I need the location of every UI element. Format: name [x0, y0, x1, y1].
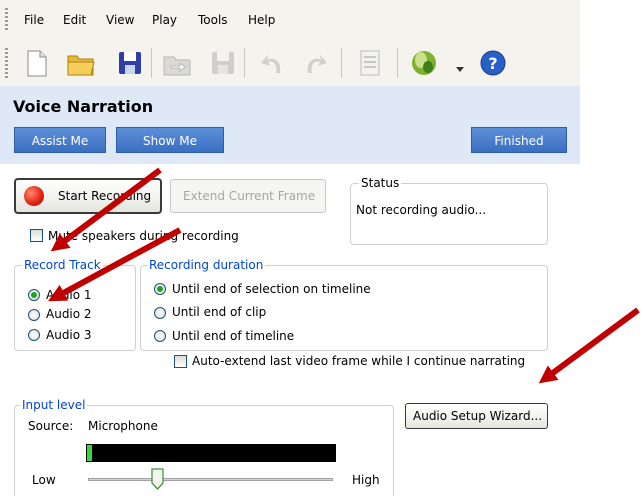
- input-level-legend: Input level: [20, 398, 88, 412]
- finished-button[interactable]: Finished: [471, 127, 567, 153]
- menu-tools[interactable]: Tools: [198, 13, 228, 27]
- audio2-radio[interactable]: [28, 309, 40, 321]
- menu-view[interactable]: View: [106, 13, 134, 27]
- source-value: Microphone: [88, 419, 158, 433]
- input-level-meter-fill: [87, 445, 92, 461]
- low-label: Low: [32, 473, 56, 487]
- until-end-timeline-label: Until end of timeline: [172, 329, 295, 343]
- mute-speakers-checkbox[interactable]: [30, 229, 43, 242]
- menu-file[interactable]: File: [24, 13, 44, 27]
- start-recording-button[interactable]: Start Recording: [14, 178, 162, 214]
- high-label: High: [352, 473, 380, 487]
- audio1-label: Audio 1: [46, 288, 92, 302]
- dropdown-arrow-icon[interactable]: [456, 62, 464, 76]
- until-end-clip-label: Until end of clip: [172, 305, 267, 319]
- show-me-button[interactable]: Show Me: [116, 127, 224, 153]
- save-disabled-icon[interactable]: [209, 48, 237, 78]
- menu-grip: [5, 8, 8, 32]
- audio1-radio[interactable]: [28, 289, 40, 301]
- redo-icon[interactable]: [300, 48, 328, 78]
- audio3-label: Audio 3: [46, 328, 92, 342]
- auto-extend-label: Auto-extend last video frame while I con…: [192, 354, 526, 368]
- open-folder-icon[interactable]: [66, 48, 95, 78]
- recording-duration-legend: Recording duration: [147, 258, 266, 272]
- mute-speakers-label: Mute speakers during recording: [48, 229, 239, 243]
- import-icon[interactable]: [162, 48, 191, 78]
- source-label: Source:: [28, 419, 74, 433]
- auto-extend-checkbox[interactable]: [174, 355, 187, 368]
- audio2-label: Audio 2: [46, 307, 92, 321]
- save-icon[interactable]: [116, 48, 144, 78]
- until-end-selection-label: Until end of selection on timeline: [172, 282, 371, 296]
- input-volume-track[interactable]: [88, 478, 333, 481]
- status-text: Not recording audio...: [356, 203, 487, 217]
- video-effects-icon[interactable]: [410, 48, 438, 78]
- undo-icon[interactable]: [258, 48, 286, 78]
- menu-edit[interactable]: Edit: [63, 13, 86, 27]
- extend-current-frame-label: Extend Current Frame: [183, 189, 316, 203]
- red-arrow-3: [538, 307, 640, 384]
- extend-current-frame-button[interactable]: Extend Current Frame: [170, 179, 326, 213]
- until-end-clip-radio[interactable]: [154, 307, 166, 319]
- audio-setup-wizard-button[interactable]: Audio Setup Wizard...: [405, 403, 548, 429]
- menu-help[interactable]: Help: [248, 13, 275, 27]
- start-recording-label: Start Recording: [58, 189, 152, 203]
- menu-play[interactable]: Play: [152, 13, 177, 27]
- toolbar: ?: [0, 38, 580, 86]
- audio3-radio[interactable]: [28, 329, 40, 341]
- record-icon: [24, 186, 44, 206]
- status-legend: Status: [359, 176, 402, 190]
- checklist-icon[interactable]: [356, 48, 384, 78]
- toolbar-grip: [5, 48, 8, 78]
- new-document-icon[interactable]: [22, 48, 50, 78]
- page-title: Voice Narration: [13, 97, 154, 116]
- until-end-timeline-radio[interactable]: [154, 330, 166, 342]
- record-track-legend: Record Track: [22, 258, 103, 272]
- assist-me-button[interactable]: Assist Me: [14, 127, 106, 153]
- svg-text:?: ?: [488, 54, 497, 73]
- until-end-selection-radio[interactable]: [154, 283, 166, 295]
- audio-setup-wizard-label: Audio Setup Wizard...: [413, 409, 543, 423]
- input-level-meter: [86, 444, 336, 462]
- help-icon[interactable]: ?: [479, 48, 507, 78]
- input-volume-slider-thumb[interactable]: [151, 468, 164, 490]
- menu-bar: [0, 0, 580, 38]
